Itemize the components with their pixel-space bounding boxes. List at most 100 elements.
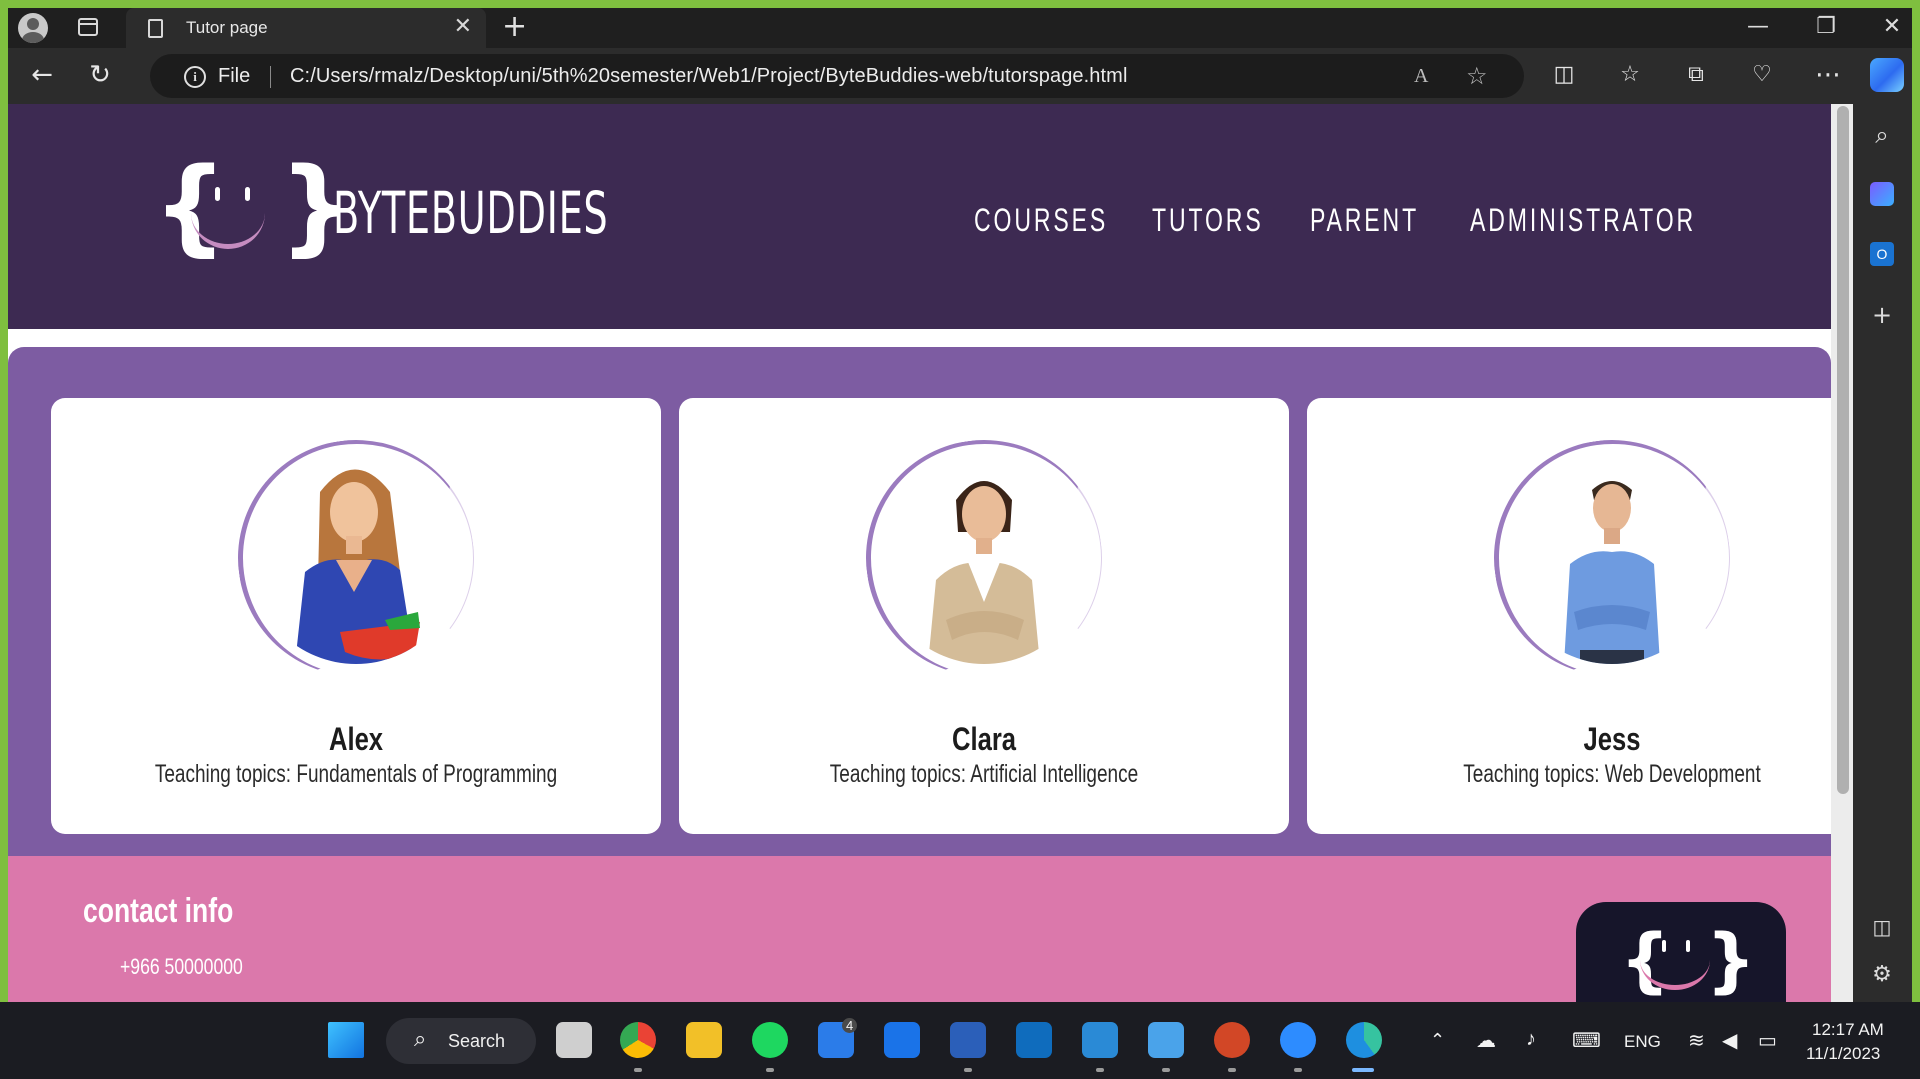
web-page: { } BYTEBUDDIES COURSES TUTORS PARENT AD… xyxy=(8,104,1831,1002)
onedrive-icon[interactable]: ☁ xyxy=(1476,1028,1496,1053)
contact-section: contact info +966 50000000 { } xyxy=(8,856,1831,1002)
scrollbar-thumb[interactable] xyxy=(1837,106,1849,794)
minimize-icon[interactable]: — xyxy=(1738,12,1778,42)
file-explorer-icon[interactable] xyxy=(686,1022,722,1058)
browser-tab-active[interactable]: Tutor page ✕ xyxy=(126,8,486,48)
contact-title: contact info xyxy=(83,892,234,930)
powerpoint-running-indicator xyxy=(1228,1068,1236,1072)
more-options-icon[interactable]: ⋯ xyxy=(1810,60,1846,90)
favorite-star-icon[interactable]: ☆ xyxy=(1466,62,1488,90)
edge-active-indicator xyxy=(1352,1068,1374,1072)
tutor-card-alex[interactable]: Alex Teaching topics: Fundamentals of Pr… xyxy=(51,398,661,834)
microphone-icon[interactable]: ♪ xyxy=(1526,1028,1536,1051)
language-indicator[interactable]: ENG xyxy=(1624,1032,1661,1052)
logo-text: BYTEBUDDIES xyxy=(333,179,609,247)
contact-phone: +966 50000000 xyxy=(120,954,243,979)
sidebar-copilot-icon[interactable] xyxy=(1870,182,1894,206)
sidebar-hide-icon[interactable]: ◫ xyxy=(1867,912,1897,942)
sidebar-add-icon[interactable]: + xyxy=(1867,300,1897,330)
zoom-running-indicator xyxy=(1294,1068,1302,1072)
tutor-photo-jess xyxy=(1506,452,1718,664)
tutor-name: Jess xyxy=(1583,721,1641,757)
powerpoint-icon[interactable] xyxy=(1214,1022,1250,1058)
tutor-photo-clara xyxy=(878,452,1090,664)
site-header: { } BYTEBUDDIES COURSES TUTORS PARENT AD… xyxy=(8,104,1831,329)
tutor-topic: Teaching topics: Fundamentals of Program… xyxy=(154,760,558,788)
todo-badge: 4 xyxy=(842,1018,858,1033)
word-running-indicator xyxy=(964,1068,972,1072)
refresh-icon[interactable]: ↻ xyxy=(82,60,118,90)
taskbar-search[interactable]: ⌕ Search xyxy=(386,1018,536,1064)
clock-date[interactable]: 11/1/2023 xyxy=(1806,1044,1880,1064)
zoom-icon[interactable] xyxy=(1280,1022,1316,1058)
taskbar-search-icon: ⌕ xyxy=(414,1027,427,1052)
back-icon[interactable]: ← xyxy=(24,60,60,90)
profile-avatar-icon[interactable] xyxy=(18,13,48,43)
edge-icon[interactable] xyxy=(1346,1022,1382,1058)
tray-overflow-icon[interactable]: ⌃ xyxy=(1430,1030,1445,1051)
vscode-icon[interactable] xyxy=(1082,1022,1118,1058)
tutor-card-clara[interactable]: Clara Teaching topics: Artificial Intell… xyxy=(679,398,1289,834)
split-screen-icon[interactable]: ◫ xyxy=(1546,60,1582,90)
wifi-icon[interactable]: ≋ xyxy=(1688,1028,1705,1053)
spotify-icon[interactable] xyxy=(752,1022,788,1058)
page-scrollbar[interactable] xyxy=(1831,104,1853,1002)
taskbar-search-label: Search xyxy=(448,1031,506,1051)
nav-courses[interactable]: COURSES xyxy=(974,200,1108,240)
favorites-icon[interactable]: ☆ xyxy=(1612,60,1648,90)
tutor-avatar xyxy=(1478,424,1746,692)
notepad-running-indicator xyxy=(1162,1068,1170,1072)
address-scheme-label: File xyxy=(218,65,251,87)
address-separator xyxy=(270,66,271,88)
word-icon[interactable] xyxy=(950,1022,986,1058)
browser-toolbar: ← ↻ i File C:/Users/rmalz/Desktop/uni/5t… xyxy=(8,48,1912,104)
chrome-running-indicator xyxy=(634,1068,642,1072)
url-text[interactable]: C:/Users/rmalz/Desktop/uni/5th%20semeste… xyxy=(290,65,1128,88)
new-tab-icon[interactable]: + xyxy=(502,12,527,42)
copilot-icon[interactable] xyxy=(1870,58,1904,92)
sidebar-outlook-icon[interactable]: O xyxy=(1870,242,1894,266)
tutor-avatar xyxy=(222,424,490,692)
chrome-icon[interactable] xyxy=(620,1022,656,1058)
read-aloud-icon[interactable]: A xyxy=(1414,62,1428,90)
browser-title-bar: Tutor page ✕ + — ❐ ✕ xyxy=(8,8,1912,48)
bytebuddies-logo[interactable]: { } BYTEBUDDIES xyxy=(153,151,623,269)
vscode-running-indicator xyxy=(1096,1068,1104,1072)
sidebar-search-icon[interactable]: ⌕ xyxy=(1867,120,1897,150)
info-icon[interactable]: i xyxy=(184,66,206,88)
collections-icon[interactable]: ⧉ xyxy=(1678,60,1714,90)
clock-time[interactable]: 12:17 AM xyxy=(1812,1020,1884,1040)
tutor-topic: Teaching topics: Web Development xyxy=(1463,760,1761,788)
volume-icon[interactable]: ◀ xyxy=(1722,1028,1737,1053)
battery-icon[interactable]: ▭ xyxy=(1758,1028,1777,1053)
footer-logo: { } xyxy=(1576,902,1786,1002)
tab-close-icon[interactable]: ✕ xyxy=(454,15,472,39)
tab-title: Tutor page xyxy=(186,18,268,37)
tutor-topic: Teaching topics: Artificial Intelligence xyxy=(829,760,1139,788)
close-window-icon[interactable]: ✕ xyxy=(1872,12,1912,42)
tutor-card-jess[interactable]: Jess Teaching topics: Web Development xyxy=(1307,398,1831,834)
tutor-avatar xyxy=(850,424,1118,692)
outlook-icon[interactable] xyxy=(1016,1022,1052,1058)
maximize-icon[interactable]: ❐ xyxy=(1806,12,1846,42)
notepad-icon[interactable] xyxy=(1148,1022,1184,1058)
keyboard-icon[interactable]: ⌨ xyxy=(1572,1028,1601,1053)
nav-administrator[interactable]: ADMINISTRATOR xyxy=(1470,200,1696,240)
tutor-name: Alex xyxy=(328,721,384,757)
footer-logo-brace-close: } xyxy=(1706,919,1756,1001)
address-bar[interactable]: i File C:/Users/rmalz/Desktop/uni/5th%20… xyxy=(150,54,1524,98)
nav-parent[interactable]: PARENT xyxy=(1310,200,1419,240)
page-icon xyxy=(148,19,163,38)
sidebar-settings-icon[interactable]: ⚙ xyxy=(1867,960,1897,990)
browser-essentials-icon[interactable]: ♡ xyxy=(1744,60,1780,90)
tab-actions-icon[interactable] xyxy=(78,18,98,36)
calendar-icon[interactable] xyxy=(884,1022,920,1058)
windows-taskbar: ⌕ Search 4 ⌃ ☁ ♪ ⌨ ENG ≋ ◀ ▭ 12:17 AM 11… xyxy=(0,1002,1920,1079)
nav-tutors[interactable]: TUTORS xyxy=(1152,200,1264,240)
task-view-icon[interactable] xyxy=(556,1022,592,1058)
start-windows-icon[interactable] xyxy=(328,1022,364,1058)
spotify-running-indicator xyxy=(766,1068,774,1072)
tutors-section: Alex Teaching topics: Fundamentals of Pr… xyxy=(8,347,1831,869)
footer-logo-smile xyxy=(1640,930,1710,990)
tutor-name: Clara xyxy=(951,721,1017,757)
